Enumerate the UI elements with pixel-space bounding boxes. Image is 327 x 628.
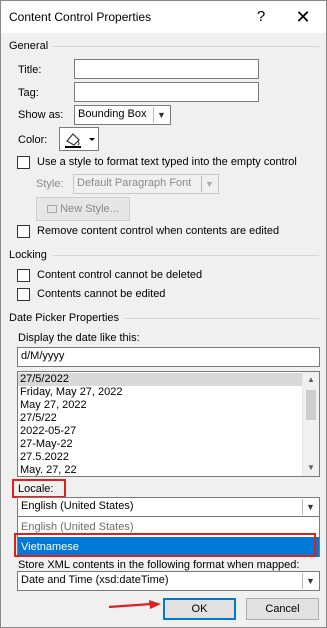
chevron-down-icon: ▼ [153,107,169,123]
date-format-item[interactable]: 2022-05-27 [18,425,319,438]
store-format-dropdown[interactable]: Date and Time (xsd:dateTime) ▼ [17,571,320,591]
cannot-delete-label: Content control cannot be deleted [37,269,203,281]
chevron-down-icon: ▼ [302,573,318,589]
annotation-arrow-icon [108,600,161,609]
vietnamese-annotation-box [14,533,316,557]
close-icon[interactable]: ✕ [289,5,317,29]
help-icon[interactable]: ? [249,5,273,29]
date-picker-group-label: Date Picker Properties [9,312,120,324]
store-format-value: Date and Time (xsd:dateTime) [21,574,169,586]
scroll-thumb[interactable] [306,390,316,420]
locking-group-label: Locking [9,249,47,261]
show-as-label: Show as: [18,109,64,121]
tag-label: Tag: [18,87,39,99]
chevron-down-icon: ▼ [302,499,318,515]
date-format-input[interactable]: d/M/yyyy [17,347,320,367]
date-format-item[interactable]: May 27, 2022 [18,399,319,412]
general-group-label: General [9,40,49,52]
content-control-properties-dialog: Content Control Properties ? ✕ General T… [0,0,327,628]
tag-input[interactable] [74,82,259,102]
new-style-icon [47,205,58,214]
style-dropdown: Default Paragraph Font ▼ [73,174,219,194]
date-format-item[interactable]: 27/5/22 [18,412,319,425]
window-title: Content Control Properties [9,10,152,24]
date-format-item[interactable]: Friday, May 27, 2022 [18,386,319,399]
paint-bucket-icon [65,133,95,148]
color-picker-button[interactable] [59,127,99,151]
remove-checkbox[interactable] [17,225,30,238]
date-format-item[interactable]: May. 27, 22 [18,464,319,476]
date-picker-separator [125,318,319,319]
title-input[interactable] [74,59,259,79]
remove-label: Remove content control when contents are… [37,225,280,237]
title-bar: Content Control Properties ? ✕ [1,1,326,33]
store-format-label: Store XML contents in the following form… [18,559,300,571]
locking-separator [53,255,319,256]
ok-button[interactable]: OK [163,598,236,620]
new-style-label: New Style... [60,203,119,215]
style-label: Style: [36,178,64,190]
display-format-label: Display the date like this: [18,332,140,344]
color-label: Color: [18,134,48,146]
title-label: Title: [18,64,42,76]
scroll-down-icon[interactable]: ▼ [303,461,319,475]
cannot-edit-label: Contents cannot be edited [37,288,166,300]
locale-dropdown[interactable]: English (United States) ▼ [17,497,320,517]
date-format-item[interactable]: 27-May-22 [18,438,319,451]
date-format-item[interactable]: 27/5/2022 [18,373,319,386]
new-style-button: New Style... [36,197,130,221]
date-format-item[interactable]: 27.5.2022 [18,451,319,464]
style-value: Default Paragraph Font [77,177,192,189]
cannot-edit-checkbox[interactable] [17,288,30,301]
use-style-label: Use a style to format text typed into th… [37,156,297,168]
date-format-list[interactable]: 27/5/2022 Friday, May 27, 2022 May 27, 2… [17,371,320,477]
scroll-up-icon[interactable]: ▲ [303,373,319,387]
locale-annotation-box [12,479,66,498]
chevron-down-icon: ▼ [201,176,217,192]
date-format-scrollbar[interactable]: ▲ ▼ [302,372,319,476]
cancel-button[interactable]: Cancel [246,598,319,620]
show-as-value: Bounding Box [78,108,147,120]
cannot-delete-checkbox[interactable] [17,269,30,282]
use-style-checkbox[interactable] [17,156,30,169]
general-separator [53,46,319,47]
locale-value: English (United States) [21,500,134,512]
show-as-dropdown[interactable]: Bounding Box ▼ [74,105,171,125]
